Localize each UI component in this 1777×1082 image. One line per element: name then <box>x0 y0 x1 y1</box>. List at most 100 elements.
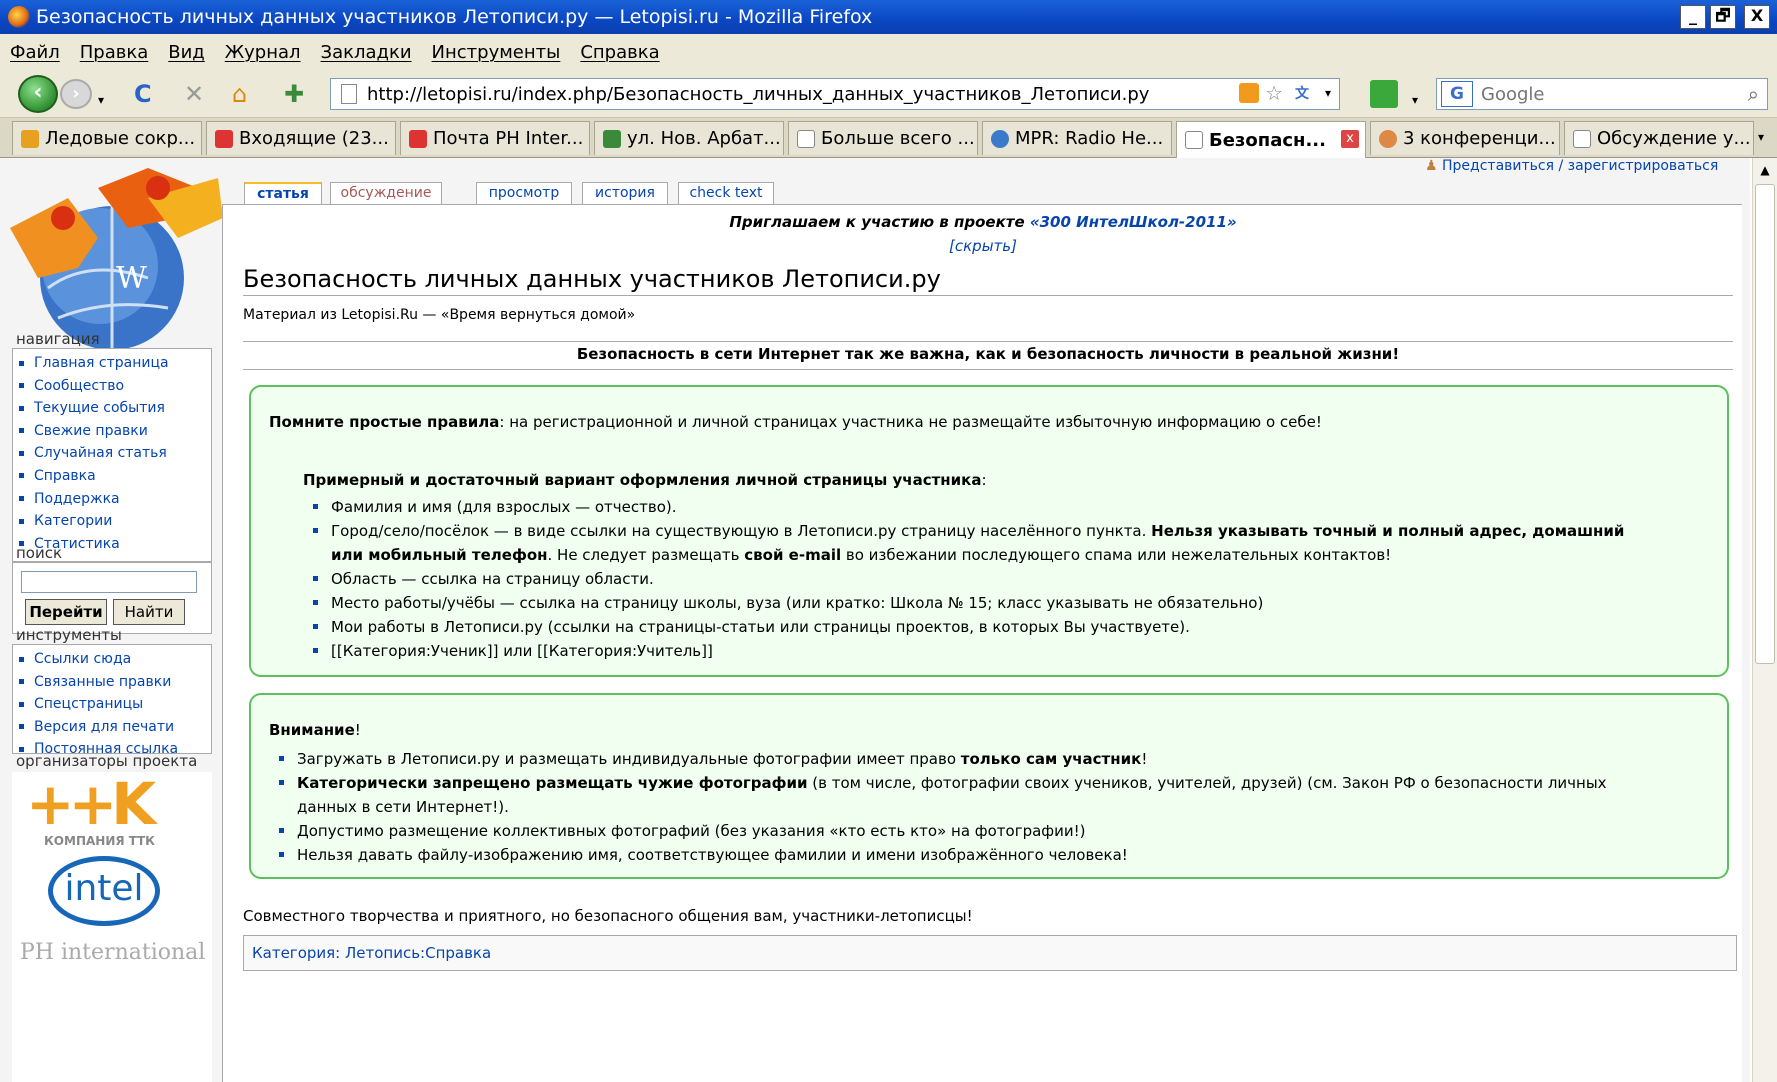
list-item: Допустимо размещение коллективных фотогр… <box>279 819 1709 843</box>
url-dropdown-icon[interactable]: ▾ <box>1325 86 1331 100</box>
nav-community[interactable]: Сообщество <box>19 376 211 399</box>
magnifier-icon[interactable]: ⌕ <box>1748 82 1759 106</box>
tab-mpr[interactable]: MPR: Radio He... <box>982 121 1172 155</box>
ttk-logo[interactable]: ++K КОМПАНИЯ ТТК <box>26 770 186 848</box>
search-box[interactable]: G ⌕ <box>1436 78 1768 110</box>
tab-discussion[interactable]: обсуждение <box>330 182 442 204</box>
tab-mail[interactable]: Почта PH Inter... <box>400 121 590 155</box>
menu-tools[interactable]: Инструменты <box>432 42 561 63</box>
rules-bold: Помните простые правила <box>269 413 500 431</box>
orgs-heading: организаторы проекта <box>16 752 198 770</box>
lead-text: Безопасность в сети Интернет так же важн… <box>243 345 1733 370</box>
tab-view[interactable]: просмотр <box>476 182 572 204</box>
tab-label: Безопасн... <box>1209 129 1326 151</box>
star-icon[interactable]: ☆ <box>1265 81 1283 105</box>
bookmark-add-icon[interactable]: ✚ <box>284 82 304 106</box>
url-bar[interactable]: http://letopisi.ru/index.php/Безопасност… <box>330 78 1340 110</box>
rules-box: Помните простые правила: на регистрацион… <box>249 385 1729 677</box>
tab-discussion[interactable]: Обсуждение у... <box>1564 121 1754 155</box>
maximize-button[interactable]: 🗗 <box>1710 5 1736 29</box>
gmail-icon <box>409 129 427 148</box>
title-bar: Безопасность личных данных участников Ле… <box>0 0 1777 34</box>
nav-main-page[interactable]: Главная страница <box>19 353 211 376</box>
page-icon <box>797 129 815 148</box>
nav-heading: навигация <box>16 330 100 348</box>
minimize-button[interactable]: _ <box>1680 5 1706 29</box>
tab-conference[interactable]: 3 конференци... <box>1370 121 1560 155</box>
warning-bold: только сам участник <box>960 750 1142 768</box>
radio-icon <box>991 129 1009 148</box>
scrollbar[interactable]: ▲ <box>1752 158 1777 1082</box>
tool-what-links-here[interactable]: Ссылки сюда <box>19 649 211 672</box>
rules-text: : на регистрационной и личной страницах … <box>499 413 1322 431</box>
addon-dropdown-icon[interactable]: ▾ <box>1412 88 1418 112</box>
close-button[interactable]: X <box>1744 5 1770 29</box>
nav-support[interactable]: Поддержка <box>19 489 211 512</box>
tab-check-text[interactable]: check text <box>678 182 774 204</box>
category-links: Категория: Летопись:Справка <box>243 935 1737 971</box>
ph-international-logo[interactable]: PH international <box>20 940 205 965</box>
tab-list-icon[interactable]: ▾ <box>1758 130 1764 144</box>
list-item: Фамилия и имя (для взрослых — отчество). <box>313 495 1713 519</box>
forward-icon[interactable]: › <box>60 79 92 109</box>
tab-article[interactable]: статья <box>244 182 322 204</box>
tab-more[interactable]: Больше всего ... <box>788 121 978 155</box>
tab-label: ул. Нов. Арбат... <box>627 128 781 149</box>
login-link-text: Представиться / зарегистрироваться <box>1442 158 1719 174</box>
notice-link[interactable]: «300 ИнтелШкол-2011» <box>1030 213 1237 231</box>
list-item: Категорически запрещено размещать чужие … <box>279 771 1709 819</box>
nav-categories[interactable]: Категории <box>19 511 211 534</box>
scroll-up-icon[interactable]: ▲ <box>1755 160 1775 180</box>
menu-bookmarks[interactable]: Закладки <box>321 42 412 63</box>
list-item: Место работы/учёбы — ссылка на страницу … <box>313 591 1713 615</box>
tool-printable[interactable]: Версия для печати <box>19 717 211 740</box>
go-button[interactable]: Перейти <box>25 599 107 625</box>
tab-inbox[interactable]: Входящие (23... <box>206 121 396 155</box>
search-input[interactable] <box>1481 83 1721 105</box>
translate-icon[interactable]: 文 <box>1295 83 1309 103</box>
notice-text: Приглашаем к участию в проекте <box>729 213 1030 231</box>
menu-history[interactable]: Журнал <box>225 42 301 63</box>
ttk-logo-text: КОМПАНИЯ ТТК <box>44 834 155 848</box>
menu-file[interactable]: Файл <box>10 42 60 63</box>
nav-help[interactable]: Справка <box>19 466 211 489</box>
nav-current-events[interactable]: Текущие события <box>19 398 211 421</box>
menu-view[interactable]: Вид <box>168 42 205 63</box>
city-bold-2: или мобильный телефон <box>331 546 548 564</box>
login-link[interactable]: ♟ Представиться / зарегистрироваться <box>1425 158 1718 174</box>
tab-strip: Ледовые сокр... Входящие (23... Почта PH… <box>0 118 1777 158</box>
menu-help[interactable]: Справка <box>580 42 659 63</box>
tab-close-icon[interactable]: x <box>1341 130 1359 148</box>
intel-logo[interactable]: intel <box>48 856 160 926</box>
stop-icon[interactable]: ✕ <box>184 82 204 106</box>
home-icon[interactable]: ⌂ <box>232 82 247 106</box>
hide-notice-link[interactable]: [скрыть] <box>223 237 1743 255</box>
warning-heading: Внимание! <box>269 721 361 739</box>
profile-heading-bold: Примерный и достаточный вариант оформлен… <box>303 471 982 489</box>
nav-recent-changes[interactable]: Свежие правки <box>19 421 211 444</box>
back-icon[interactable]: ‹ <box>18 75 58 113</box>
page-title: Безопасность личных данных участников Ле… <box>243 265 1733 296</box>
scroll-thumb[interactable] <box>1755 184 1775 664</box>
menu-edit[interactable]: Правка <box>80 42 149 63</box>
nav-portlet: Главная страница Сообщество Текущие собы… <box>12 348 212 562</box>
nav-random-page[interactable]: Случайная статья <box>19 443 211 466</box>
reload-icon[interactable]: C <box>134 82 152 106</box>
tab-history[interactable]: история <box>582 182 668 204</box>
tool-special-pages[interactable]: Спецстраницы <box>19 694 211 717</box>
warning-end: ! <box>1141 750 1148 768</box>
tool-related-changes[interactable]: Связанные правки <box>19 672 211 695</box>
find-button[interactable]: Найти <box>113 599 185 625</box>
category-link[interactable]: Категория: Летопись:Справка <box>252 944 491 962</box>
navigation-toolbar: ‹ › ▾ C ✕ ⌂ ✚ http://letopisi.ru/index.p… <box>0 70 1777 118</box>
city-email-bold: свой e-mail <box>744 546 842 564</box>
wiki-search-input[interactable] <box>21 571 197 593</box>
tab-label: MPR: Radio He... <box>1015 128 1164 149</box>
tab-ice[interactable]: Ледовые сокр... <box>12 121 202 155</box>
tab-security[interactable]: Безопасн... x <box>1176 121 1366 158</box>
rss-icon[interactable] <box>1239 83 1259 103</box>
tab-arbat[interactable]: ул. Нов. Арбат... <box>594 121 784 155</box>
history-dropdown-icon[interactable]: ▾ <box>98 88 104 112</box>
google-icon[interactable]: G <box>1441 81 1473 107</box>
addon-icon[interactable] <box>1370 80 1398 108</box>
